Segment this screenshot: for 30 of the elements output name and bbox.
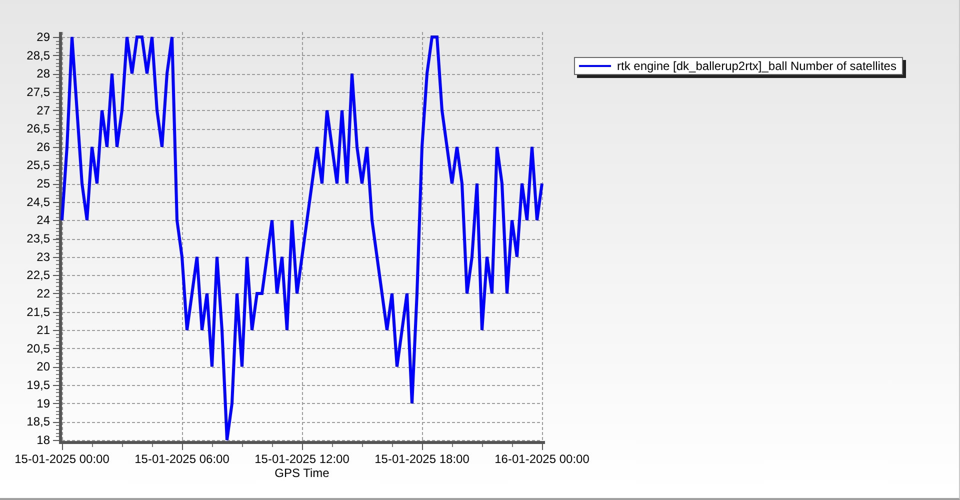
axis-tick-label: 27 [36, 103, 50, 118]
axis-tick-label: 15-01-2025 18:00 [374, 452, 470, 466]
axis-tick-label: 18,5 [26, 414, 50, 429]
axis-tick-label: 16-01-2025 00:00 [494, 452, 590, 466]
axis-tick-label: 27,5 [26, 84, 50, 99]
axis-tick-label: 22,5 [26, 268, 50, 282]
axis-tick-label: 23,5 [26, 232, 50, 246]
legend-label: rtk engine [dk_ballerup2rtx]_ball Number of satellites [617, 59, 896, 73]
axis-tick-label: 21,5 [26, 304, 50, 319]
axis-tick-label: 21 [36, 323, 50, 338]
axis-tick-label: 19 [36, 396, 50, 410]
axis-tick-label: 28,5 [26, 48, 50, 62]
axis-tick-label: 15-01-2025 00:00 [14, 452, 110, 466]
axis-tick-label: 26,5 [26, 122, 50, 136]
axis-tick-label: 28 [36, 66, 50, 81]
axis-title: GPS Time [274, 466, 330, 480]
axis-tick-label: 24 [36, 213, 50, 228]
axis-tick-label: 22 [36, 286, 50, 300]
axis-tick-label: 20,5 [26, 341, 50, 356]
axis-tick-label: 29 [36, 30, 50, 44]
axis-tick-label: 24,5 [26, 194, 50, 209]
axis-tick-label: 15-01-2025 12:00 [254, 452, 350, 466]
axis-tick-label: 18 [36, 433, 50, 447]
axis-tick-label: 26 [36, 140, 50, 154]
axis-tick-label: 20 [36, 360, 50, 374]
axis-tick-label: 15-01-2025 06:00 [134, 452, 230, 466]
axis-tick-label: 25,5 [26, 158, 50, 172]
axis-tick-label: 25 [36, 176, 50, 191]
axis-tick-label: 23 [36, 250, 50, 264]
axis-tick-label: 19,5 [26, 378, 50, 392]
